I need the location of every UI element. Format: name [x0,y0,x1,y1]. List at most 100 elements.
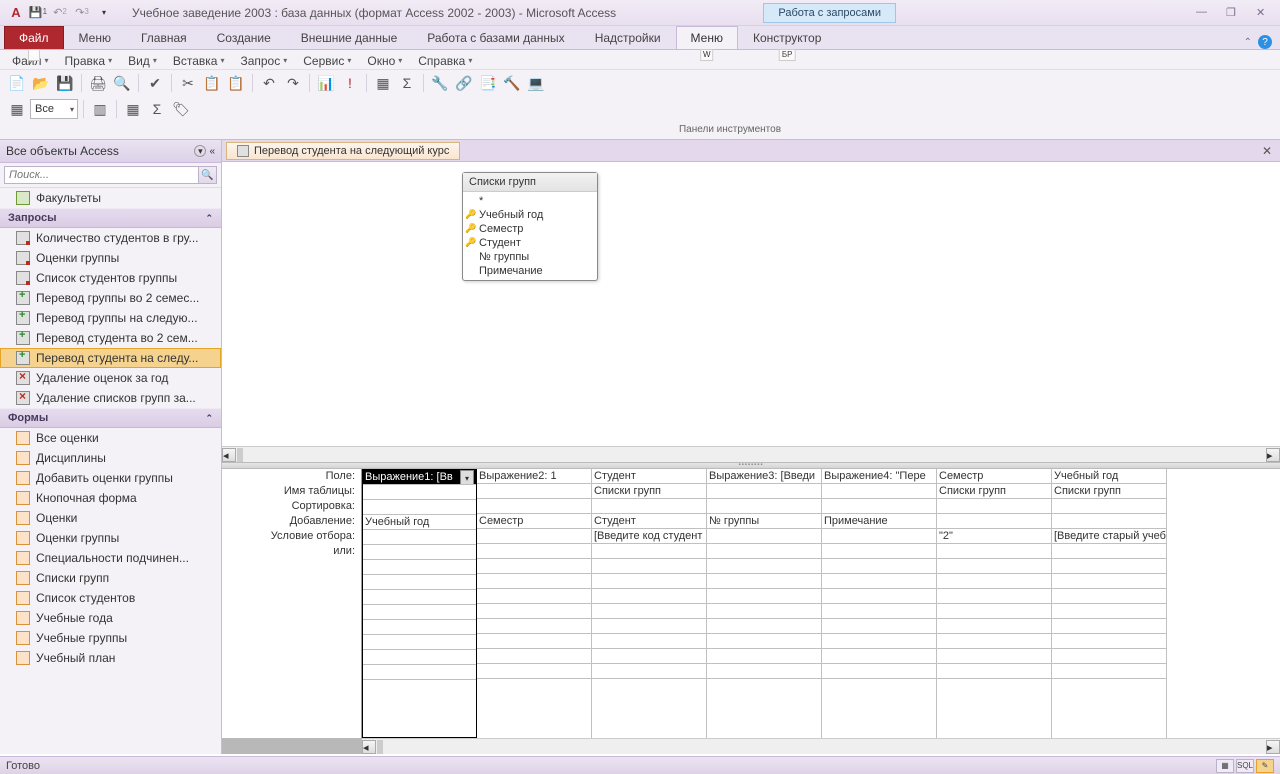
grid-cell[interactable] [822,544,936,559]
view-design-icon[interactable]: ✎ [1256,759,1274,773]
grid-column[interactable]: Выражение2: 1Семестр [477,469,592,738]
grid-cell[interactable] [1052,544,1166,559]
nav-item-form[interactable]: Учебный план [0,648,221,668]
scroll-right-icon[interactable]: ▸ [1266,448,1280,462]
field-item[interactable]: Примечание [463,264,597,278]
document-close-icon[interactable]: ✕ [1254,144,1280,158]
return-combo[interactable]: Все [30,99,78,119]
qat-undo-icon[interactable]: ↶2 [50,3,70,23]
print-preview-icon[interactable]: 🔍 [111,72,133,94]
grid-cell[interactable] [707,484,821,499]
nav-item-form[interactable]: Список студентов [0,588,221,608]
ribbon-tab-8[interactable]: КонструкторБР [738,26,836,49]
grid-cell[interactable]: Выражение4: "Пере [822,469,936,484]
relationship-icon[interactable]: 🔗 [453,72,475,94]
help-icon[interactable]: ? [1258,35,1272,49]
nav-item-form[interactable]: Дисциплины [0,448,221,468]
grid-cell[interactable]: Выражение2: 1 [477,469,591,484]
grid-cell[interactable] [363,485,476,500]
grid-cell[interactable]: Списки групп [592,484,706,499]
properties-icon[interactable]: 📑 [477,72,499,94]
nav-item-query[interactable]: Список студентов группы [0,268,221,288]
ribbon-tab-3[interactable]: Создание [202,26,286,49]
designer-h-scrollbar[interactable]: ◂ ▸ [222,446,1280,462]
grid-cell[interactable] [1052,499,1166,514]
nav-item-query[interactable]: Оценки группы [0,248,221,268]
grid-cell[interactable]: Учебный год [363,515,476,530]
ribbon-tab-2[interactable]: Главная [126,26,202,49]
grid-cell[interactable] [707,499,821,514]
spellcheck-icon[interactable]: ✔ [144,72,166,94]
nav-item-query[interactable]: Перевод студента во 2 сем... [0,328,221,348]
view-icon[interactable]: ▦ [6,98,28,120]
scroll-left-icon[interactable]: ◂ [222,448,236,462]
grid-cell[interactable] [937,499,1051,514]
view-sql-icon[interactable]: SQL [1236,759,1254,773]
topvalues-icon[interactable]: 🏷 [170,98,192,120]
field-item[interactable]: Учебный год [463,208,597,222]
grid-cell[interactable]: "2" [937,529,1051,544]
document-tab[interactable]: Перевод студента на следующий курс [226,142,460,160]
open-icon[interactable]: 📂 [30,72,52,94]
scroll-right-icon[interactable]: ▸ [1266,740,1280,754]
nav-item-query[interactable]: Перевод группы во 2 семес... [0,288,221,308]
nav-item-query[interactable]: Перевод группы на следую... [0,308,221,328]
collapse-icon[interactable]: ⌃ [205,213,213,224]
close-icon[interactable]: ✕ [1256,6,1270,20]
grid-column[interactable]: Выражение1: [Вв Учебный год [362,469,477,738]
grid-cell[interactable] [592,499,706,514]
query-designer-canvas[interactable]: Списки групп *Учебный годСеместрСтудент№… [222,162,1280,446]
code-icon[interactable]: 💻 [525,72,547,94]
nav-item-form[interactable]: Списки групп [0,568,221,588]
menu-Запрос[interactable]: Запрос▾ [234,52,293,70]
grid-cell[interactable] [822,499,936,514]
run-icon[interactable]: ! [339,72,361,94]
ribbon-tab-7[interactable]: МенюW [676,26,738,49]
grid-cell[interactable] [822,529,936,544]
new-icon[interactable]: 📄 [6,72,28,94]
menu-Сервис[interactable]: Сервис▾ [297,52,357,70]
ribbon-tab-1[interactable]: Меню [64,26,126,49]
ribbon-tab-0[interactable]: ФайлФ [4,26,64,49]
grid-column[interactable]: Учебный годСписки групп[Введите старый у… [1052,469,1167,738]
field-item[interactable]: Студент [463,236,597,250]
ribbon-minimize-icon[interactable]: ⌃ [1244,37,1252,48]
redo-icon[interactable]: ↷ [282,72,304,94]
querytype2-icon[interactable]: ▥ [89,98,111,120]
grid-cell[interactable]: [Введите код студент [592,529,706,544]
ribbon-tab-5[interactable]: Работа с базами данных [412,26,579,49]
grid-cell[interactable]: № группы [707,514,821,529]
field-item[interactable]: Семестр [463,222,597,236]
undo-icon[interactable]: ↶ [258,72,280,94]
nav-item-form[interactable]: Добавить оценки группы [0,468,221,488]
copy-icon[interactable]: 📋 [201,72,223,94]
grid-column[interactable]: СтудентСписки группСтудент[Введите код с… [592,469,707,738]
totals-icon[interactable]: Σ [396,72,418,94]
grid-cell[interactable] [707,544,821,559]
save-icon[interactable]: 💾 [54,72,76,94]
table-source-box[interactable]: Списки групп *Учебный годСеместрСтудент№… [462,172,598,281]
grid-cell[interactable] [477,484,591,499]
nav-item-query[interactable]: Количество студентов в гру... [0,228,221,248]
grid-cell[interactable]: Семестр [937,469,1051,484]
nav-item-query[interactable]: Удаление списков групп за... [0,388,221,408]
querytype-icon[interactable]: 📊 [315,72,337,94]
grid-cell[interactable] [363,530,476,545]
grid-cell[interactable]: Выражение1: [Вв [363,470,476,485]
builder-icon[interactable]: 🔨 [501,72,523,94]
grid-cell[interactable] [937,544,1051,559]
grid-cell[interactable] [592,544,706,559]
field-item[interactable]: № группы [463,250,597,264]
grid-cell[interactable]: Студент [592,514,706,529]
nav-item-query[interactable]: Удаление оценок за год [0,368,221,388]
menu-Правка[interactable]: Правка▾ [59,52,119,70]
grid-cell[interactable]: Выражение3: [Введи [707,469,821,484]
grid-cell[interactable]: Списки групп [937,484,1051,499]
restore-icon[interactable]: ❐ [1226,6,1240,20]
ribbon-tab-4[interactable]: Внешние данные [286,26,413,49]
grid-cell[interactable] [707,529,821,544]
grid-cell[interactable]: [Введите старый учеб [1052,529,1166,544]
nav-group-queries[interactable]: Запросы⌃ [0,208,221,228]
grid-column[interactable]: СеместрСписки групп "2" [937,469,1052,738]
scroll-left-icon[interactable]: ◂ [362,740,376,754]
